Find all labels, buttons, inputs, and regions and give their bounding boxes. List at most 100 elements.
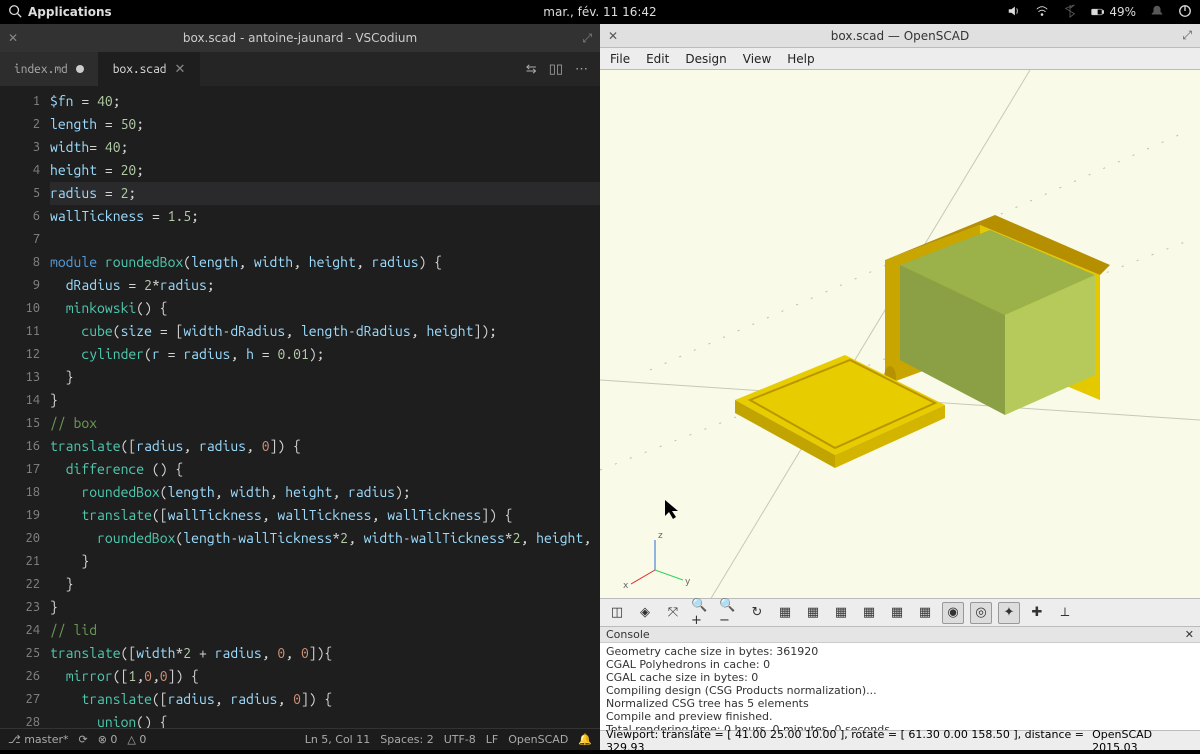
svg-text:x: x [623,581,629,591]
code-line[interactable]: roundedBox(length, width, height, radius… [50,481,600,504]
code-line[interactable]: // box [50,412,600,435]
bluetooth-off-icon[interactable] [1063,4,1077,21]
code-line[interactable]: module roundedBox(length, width, height,… [50,251,600,274]
code-line[interactable]: width= 40; [50,136,600,159]
perspective-icon[interactable]: ◉ [942,602,964,624]
search-icon[interactable] [8,4,22,21]
code-line[interactable]: roundedBox(length-wallTickness*2, width-… [50,527,600,550]
tab-label: box.scad [113,63,167,76]
front-icon[interactable]: ▦ [774,602,796,624]
menu-design[interactable]: Design [679,50,732,68]
code-line[interactable]: height = 20; [50,159,600,182]
code-line[interactable]: translate([radius, radius, 0]) { [50,688,600,711]
view-all-icon[interactable]: ⤧ [662,602,684,624]
menu-file[interactable]: File [604,50,636,68]
console-output[interactable]: Geometry cache size in bytes: 361920CGAL… [600,643,1200,730]
split-editor-icon[interactable]: ▯▯ [549,62,563,77]
axes-icon[interactable]: ✦ [998,602,1020,624]
code-line[interactable]: radius = 2; [50,182,600,205]
openscad-window: ✕ box.scad — OpenSCAD ⤢ FileEditDesign Vi… [600,24,1200,750]
errors[interactable]: ⊗ 0 [98,733,118,746]
left-icon[interactable]: ▦ [830,602,852,624]
applications-menu[interactable]: Applications [28,5,112,19]
ortho-icon[interactable]: ◎ [970,602,992,624]
battery-pct: 49% [1109,5,1136,19]
notifications-icon[interactable]: 🔔 [578,733,592,746]
eol[interactable]: LF [486,733,498,746]
reset-view-icon[interactable]: ↻ [746,602,768,624]
git-sync-icon[interactable]: ⟳ [78,733,87,746]
editor-tabs: index.md box.scad ✕ ⇆ ▯▯ ⋯ [0,52,600,86]
code-line[interactable]: } [50,389,600,412]
scale-icon[interactable]: ⟂ [1054,602,1076,624]
notifications-off-icon[interactable] [1150,4,1164,21]
vscodium-window: ✕ box.scad - antoine-jaunard - VSCodium … [0,24,600,750]
back-icon[interactable]: ▦ [802,602,824,624]
code-line[interactable]: $fn = 40; [50,90,600,113]
right-icon[interactable]: ▦ [858,602,880,624]
code-line[interactable]: length = 50; [50,113,600,136]
code-line[interactable]: cylinder(r = radius, h = 0.01); [50,343,600,366]
top-icon[interactable]: ▦ [886,602,908,624]
menu-edit[interactable]: Edit [640,50,675,68]
axis-gizmo: z y x [623,531,691,591]
zoom-in-icon[interactable]: 🔍+ [690,602,712,624]
code-line[interactable]: translate([radius, radius, 0]) { [50,435,600,458]
dirty-dot-icon [76,65,84,73]
viewport-3d[interactable]: z y x [600,70,1200,598]
maximize-icon[interactable]: ⤢ [574,31,600,46]
code-line[interactable]: mirror([1,0,0]) { [50,665,600,688]
code-line[interactable]: // lid [50,619,600,642]
tab-index-md[interactable]: index.md [0,52,99,86]
code-line[interactable]: } [50,366,600,389]
tab-box-scad[interactable]: box.scad ✕ [99,52,201,86]
rendered-box [884,215,1110,415]
preview-icon[interactable]: ◫ [606,602,628,624]
close-icon[interactable]: ✕ [0,31,26,45]
zoom-out-icon[interactable]: 🔍− [718,602,740,624]
code-line[interactable]: dRadius = 2*radius; [50,274,600,297]
code-line[interactable]: } [50,550,600,573]
vscodium-statusbar: ⎇ master* ⟳ ⊗ 0 △ 0 Ln 5, Col 11 Spaces:… [0,728,600,750]
code-line[interactable]: } [50,596,600,619]
code-line[interactable] [50,228,600,251]
render-icon[interactable]: ◈ [634,602,656,624]
console-line: Geometry cache size in bytes: 361920 [606,645,1194,658]
cursor-position[interactable]: Ln 5, Col 11 [305,733,371,746]
power-icon[interactable] [1178,4,1192,21]
clock: mar., fév. 11 16:42 [543,5,656,19]
code-editor[interactable]: 1234567891011121314151617181920212223242… [0,86,600,728]
code-line[interactable]: wallTickness = 1.5; [50,205,600,228]
bottom-icon[interactable]: ▦ [914,602,936,624]
close-tab-icon[interactable]: ✕ [175,62,186,77]
code-line[interactable]: difference () { [50,458,600,481]
line-gutter: 1234567891011121314151617181920212223242… [0,86,50,728]
svg-text:y: y [685,577,691,587]
volume-icon[interactable] [1007,4,1021,21]
code-line[interactable]: union() { [50,711,600,728]
indentation[interactable]: Spaces: 2 [380,733,433,746]
code-line[interactable]: cube(size = [width-dRadius, length-dRadi… [50,320,600,343]
code-line[interactable]: translate([wallTickness, wallTickness, w… [50,504,600,527]
language-mode[interactable]: OpenSCAD [508,733,568,746]
window-title: box.scad — OpenSCAD [831,29,969,43]
compare-icon[interactable]: ⇆ [526,62,537,77]
more-actions-icon[interactable]: ⋯ [575,62,588,77]
openscad-statusbar: Viewport: translate = [ 41.00 25.00 10.0… [600,730,1200,750]
code-line[interactable]: minkowski() { [50,297,600,320]
close-console-icon[interactable]: ✕ [1185,628,1194,641]
crosshair-icon[interactable]: ✚ [1026,602,1048,624]
battery-icon[interactable]: 49% [1091,5,1136,19]
wifi-icon[interactable] [1035,4,1049,21]
close-icon[interactable]: ✕ [600,29,626,43]
git-branch[interactable]: ⎇ master* [8,733,68,746]
encoding[interactable]: UTF-8 [444,733,476,746]
menu-view[interactable]: View [737,50,777,68]
code-view[interactable]: $fn = 40;length = 50;width= 40;height = … [50,86,600,728]
maximize-icon[interactable]: ⤢ [1174,28,1200,43]
warnings[interactable]: △ 0 [127,733,146,746]
console-line: Compile and preview finished. [606,710,1194,723]
menu-help[interactable]: Help [781,50,820,68]
code-line[interactable]: translate([width*2 + radius, 0, 0]){ [50,642,600,665]
code-line[interactable]: } [50,573,600,596]
